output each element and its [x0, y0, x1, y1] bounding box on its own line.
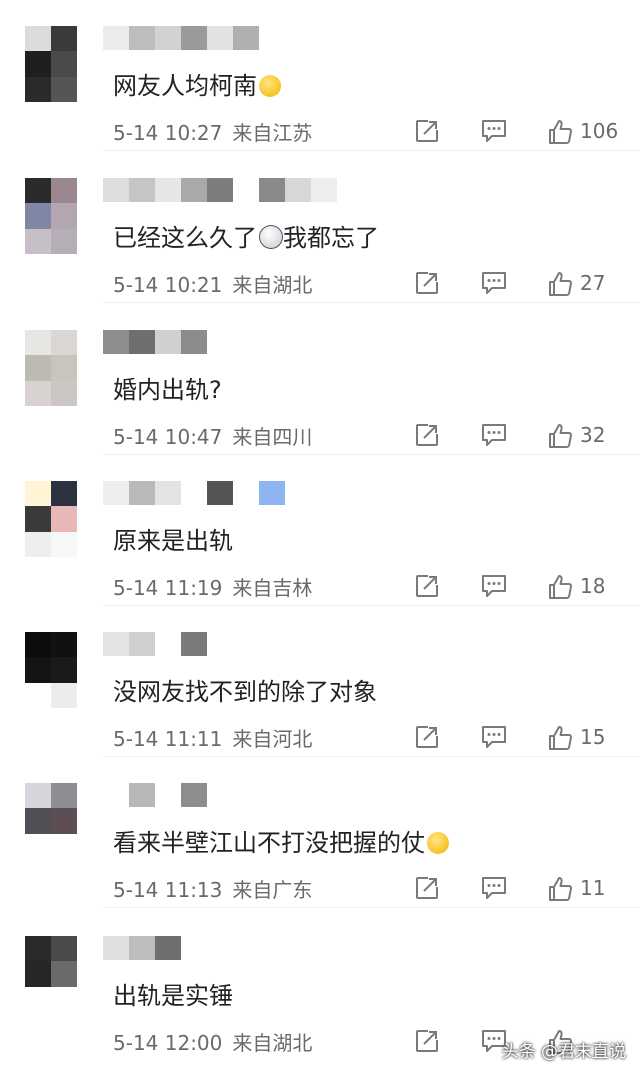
- face-smile-yellow-icon: [259, 75, 281, 97]
- like-icon[interactable]: [546, 573, 572, 600]
- comment-item[interactable]: 网友人均柯南 5-14 10:27 来自江苏 106: [0, 0, 640, 151]
- comment-text-main: 出轨是实锤: [113, 982, 233, 1010]
- watermark: 头条 @君末直说: [501, 1042, 626, 1062]
- reply-icon[interactable]: [480, 724, 506, 750]
- timestamp: 5-14 11:19: [113, 576, 223, 600]
- comment-actions: 11: [414, 875, 620, 902]
- location: 来自河北: [232, 727, 313, 751]
- avatar[interactable]: [25, 26, 77, 102]
- comment-text: 看来半壁江山不打没把握的仗: [113, 827, 449, 859]
- username-pixelated[interactable]: [103, 783, 207, 807]
- location: 来自江苏: [232, 121, 313, 145]
- like-count: 18: [580, 574, 606, 598]
- comment-item[interactable]: 看来半壁江山不打没把握的仗 5-14 11:13 来自广东 11: [0, 757, 640, 908]
- comment-text-main: 已经这么久了: [113, 224, 257, 252]
- timestamp: 5-14 12:00: [113, 1031, 223, 1055]
- avatar[interactable]: [25, 936, 77, 1012]
- location: 来自四川: [232, 425, 313, 449]
- comment-meta: 5-14 10:47 来自四川: [113, 424, 312, 450]
- comment-item[interactable]: 婚内出轨? 5-14 10:47 来自四川 32: [0, 304, 640, 455]
- avatar[interactable]: [25, 330, 77, 406]
- reply-icon[interactable]: [480, 270, 506, 296]
- comment-item[interactable]: 没网友找不到的除了对象 5-14 11:11 来自河北 15: [0, 606, 640, 757]
- comment-text: 网友人均柯南: [113, 70, 281, 102]
- avatar[interactable]: [25, 632, 77, 708]
- avatar[interactable]: [25, 481, 77, 557]
- like-count: 106: [580, 119, 619, 143]
- timestamp: 5-14 11:11: [113, 727, 223, 751]
- timestamp: 5-14 10:47: [113, 425, 223, 449]
- comment-actions: 106: [414, 118, 620, 145]
- face-smile-yellow-icon: [427, 832, 449, 854]
- comment-text: 没网友找不到的除了对象: [113, 676, 377, 708]
- username-pixelated[interactable]: [103, 632, 207, 656]
- comment-meta: 5-14 12:00 来自湖北: [113, 1030, 312, 1056]
- timestamp: 5-14 10:21: [113, 273, 223, 297]
- like-icon[interactable]: [546, 118, 572, 145]
- comment-actions: 32: [414, 422, 620, 449]
- comment-item[interactable]: 已经这么久了 我都忘了 5-14 10:21 来自湖北 27: [0, 152, 640, 303]
- share-icon[interactable]: [414, 724, 440, 750]
- comment-text-main: 没网友找不到的除了对象: [113, 678, 377, 706]
- comment-item[interactable]: 原来是出轨 5-14 11:19 来自吉林 18: [0, 455, 640, 606]
- reply-icon[interactable]: [480, 118, 506, 144]
- location: 来自广东: [232, 878, 313, 902]
- comment-text-tail: 我都忘了: [283, 224, 379, 252]
- divider: [103, 907, 640, 908]
- comment-text-main: 网友人均柯南: [113, 72, 257, 100]
- comment-text: 婚内出轨?: [113, 374, 222, 406]
- username-pixelated[interactable]: [103, 26, 259, 50]
- timestamp: 5-14 11:13: [113, 878, 223, 902]
- comment-text-main: 婚内出轨?: [113, 376, 222, 404]
- divider: [103, 150, 640, 151]
- username-pixelated[interactable]: [103, 178, 337, 202]
- comment-actions: 18: [414, 573, 620, 600]
- comment-text: 出轨是实锤: [113, 980, 233, 1012]
- share-icon[interactable]: [414, 422, 440, 448]
- comment-text: 原来是出轨: [113, 525, 233, 557]
- comment-actions: 15: [414, 724, 620, 751]
- comment-text-main: 看来半壁江山不打没把握的仗: [113, 829, 425, 857]
- divider: [103, 302, 640, 303]
- share-icon[interactable]: [414, 875, 440, 901]
- share-icon[interactable]: [414, 573, 440, 599]
- like-count: 11: [580, 876, 606, 900]
- reply-icon[interactable]: [480, 875, 506, 901]
- avatar[interactable]: [25, 783, 77, 859]
- like-icon[interactable]: [546, 724, 572, 751]
- share-icon[interactable]: [414, 270, 440, 296]
- location: 来自湖北: [232, 273, 313, 297]
- like-icon[interactable]: [546, 422, 572, 449]
- location: 来自湖北: [232, 1031, 313, 1055]
- like-count: 15: [580, 725, 606, 749]
- comment-text-main: 原来是出轨: [113, 527, 233, 555]
- timestamp: 5-14 10:27: [113, 121, 223, 145]
- like-count: 32: [580, 423, 606, 447]
- share-icon[interactable]: [414, 1028, 440, 1054]
- comment-text: 已经这么久了 我都忘了: [113, 222, 379, 254]
- username-pixelated[interactable]: [103, 330, 207, 354]
- reply-icon[interactable]: [480, 422, 506, 448]
- like-count: 27: [580, 271, 606, 295]
- reply-icon[interactable]: [480, 573, 506, 599]
- location: 来自吉林: [232, 576, 313, 600]
- share-icon[interactable]: [414, 118, 440, 144]
- comment-meta: 5-14 10:27 来自江苏: [113, 120, 312, 146]
- username-pixelated[interactable]: [103, 481, 285, 505]
- comment-meta: 5-14 10:21 来自湖北: [113, 272, 312, 298]
- like-icon[interactable]: [546, 875, 572, 902]
- username-pixelated[interactable]: [103, 936, 181, 960]
- avatar[interactable]: [25, 178, 77, 254]
- like-icon[interactable]: [546, 270, 572, 297]
- comment-meta: 5-14 11:13 来自广东: [113, 877, 312, 903]
- face-surprised-icon: [259, 225, 283, 249]
- comment-meta: 5-14 11:11 来自河北: [113, 726, 312, 752]
- comment-actions: 27: [414, 270, 620, 297]
- comment-meta: 5-14 11:19 来自吉林: [113, 575, 312, 601]
